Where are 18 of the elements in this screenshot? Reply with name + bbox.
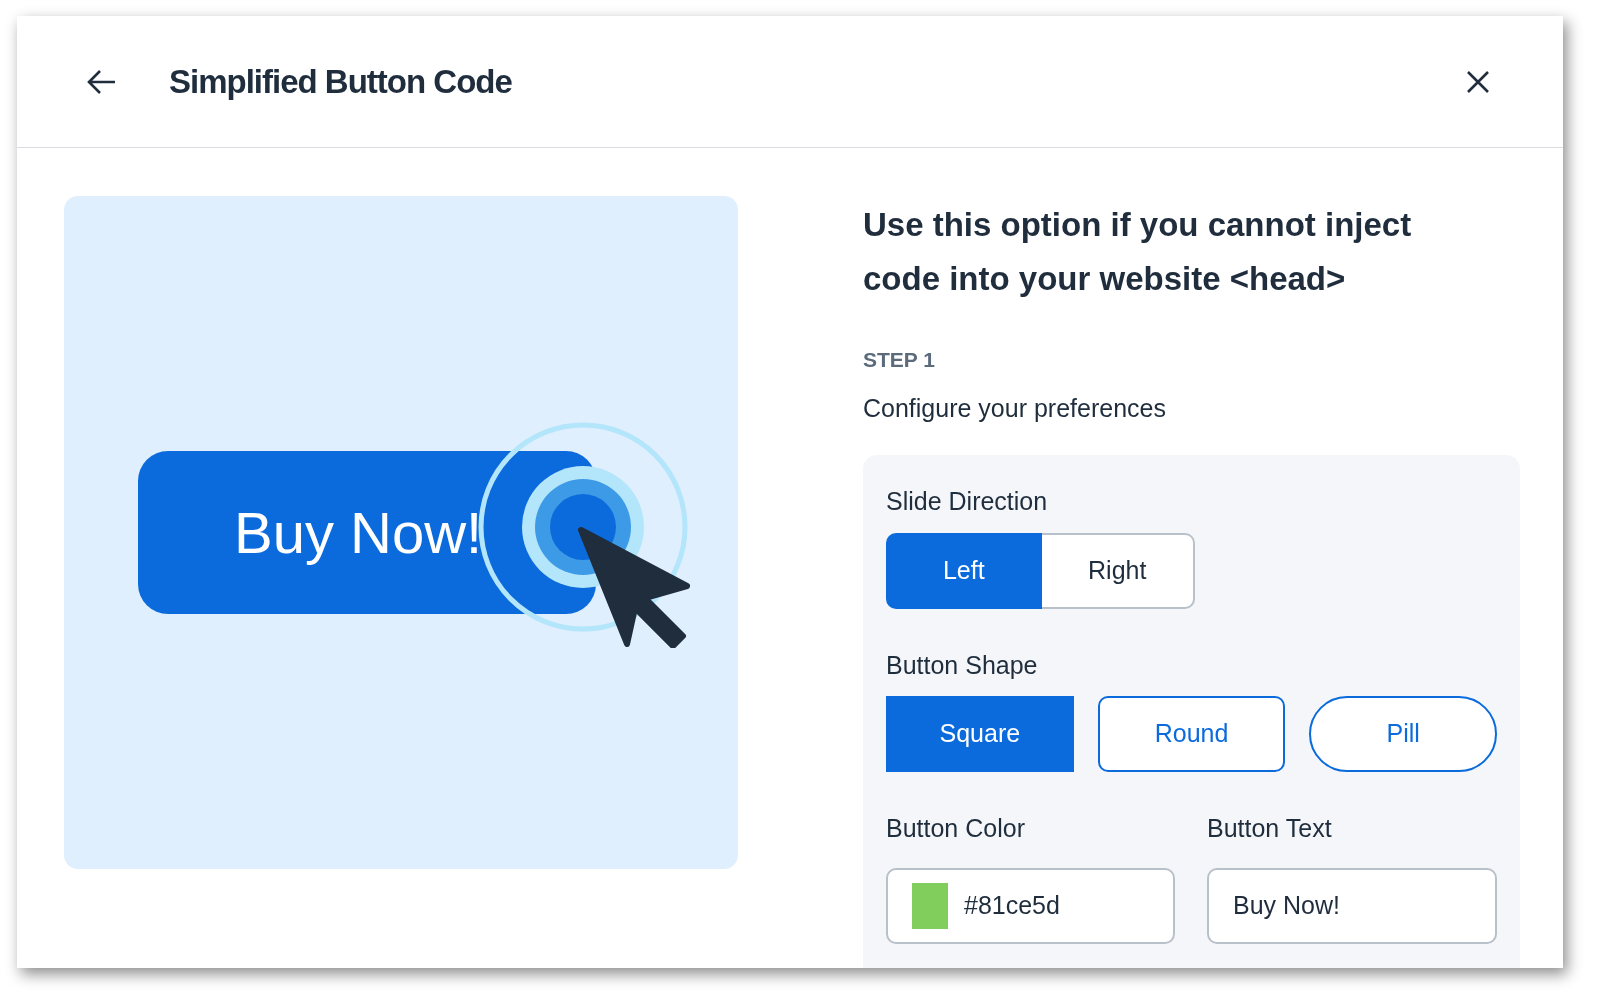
shape-option[interactable]: Square [886,696,1074,772]
field-label: Button Text [1207,813,1333,844]
direction-option[interactable]: Left [886,532,1042,609]
color-value: #81ce5d [964,889,1060,921]
dialog-title: Simplified Button Code [169,61,512,102]
heading: Use this option if you cannot inject code into your website <head> [863,205,1413,299]
back-icon [87,68,117,95]
close-icon [1466,69,1490,94]
step-description: Configure your preferences [863,392,1167,424]
step-label: STEP 1 [863,347,936,373]
direction-option[interactable]: Right [1041,532,1195,609]
shape-option[interactable]: Pill [1309,696,1497,772]
text-field[interactable]: Buy Now! [1207,867,1497,944]
field-label: Button Color [886,813,1026,844]
field-label: Slide Direction [886,486,1049,517]
shape-option[interactable]: Round [1097,696,1286,772]
field-label: Button Shape [886,649,1039,681]
color-field[interactable]: #81ce5d [886,867,1175,944]
